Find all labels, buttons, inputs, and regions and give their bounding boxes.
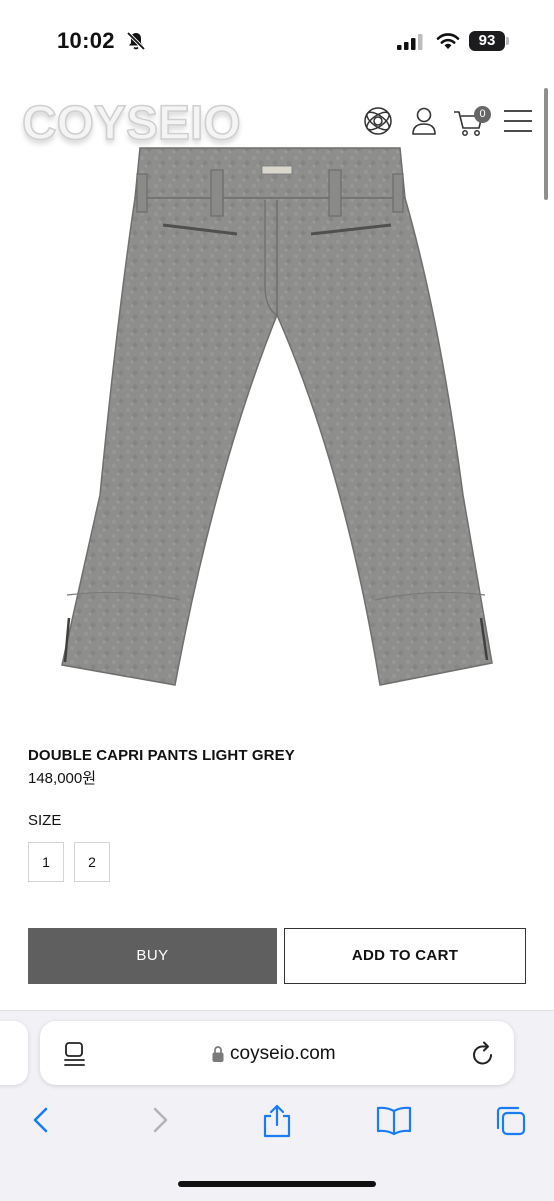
product-title: DOUBLE CAPRI PANTS LIGHT GREY <box>28 747 295 764</box>
share-icon[interactable] <box>262 1104 292 1138</box>
battery-indicator: 93 <box>469 31 505 51</box>
forward-icon[interactable] <box>147 1104 173 1136</box>
page-scrollbar[interactable] <box>544 88 548 200</box>
product-price: 148,000원 <box>28 770 97 787</box>
cart-count-badge: 0 <box>474 106 491 123</box>
back-icon[interactable] <box>28 1104 54 1136</box>
menu-icon[interactable] <box>503 104 533 138</box>
bell-slash-icon <box>126 31 146 51</box>
size-option-1[interactable]: 1 <box>28 842 64 882</box>
size-option-2[interactable]: 2 <box>74 842 110 882</box>
signal-icon <box>397 34 423 50</box>
add-to-cart-button[interactable]: ADD TO CART <box>284 928 526 984</box>
tabs-icon[interactable] <box>494 1104 528 1138</box>
status-time: 10:02 <box>57 28 115 53</box>
battery-tip <box>506 37 509 45</box>
reader-icon[interactable] <box>63 1041 87 1067</box>
reload-icon[interactable] <box>470 1040 496 1068</box>
pants-image <box>61 147 493 686</box>
buy-button[interactable]: BUY <box>28 928 277 984</box>
wifi-icon <box>436 33 460 49</box>
bookmarks-icon[interactable] <box>376 1104 412 1136</box>
lock-icon <box>212 1046 224 1062</box>
home-indicator[interactable] <box>178 1181 376 1187</box>
globe-icon[interactable] <box>362 104 394 138</box>
user-icon[interactable] <box>410 104 438 138</box>
url-text[interactable]: coyseio.com <box>230 1043 336 1065</box>
size-label: SIZE <box>28 812 62 829</box>
previous-tab-preview[interactable] <box>0 1021 28 1085</box>
